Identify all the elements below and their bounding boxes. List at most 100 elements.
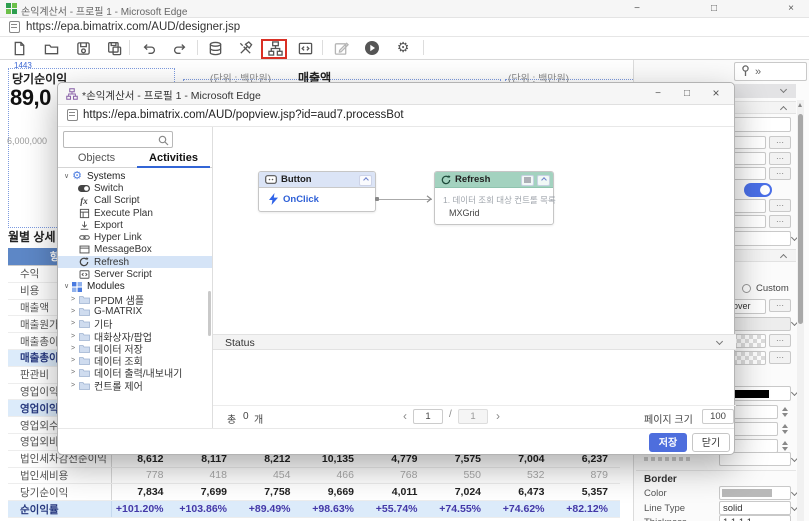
run-icon — [364, 40, 380, 56]
redo-button[interactable] — [167, 38, 193, 58]
line-type-select[interactable]: solid — [719, 501, 791, 515]
tab-activities[interactable]: Activities — [135, 149, 212, 167]
tree-item-messagebox[interactable]: MessageBox — [58, 244, 212, 256]
current-page-input[interactable] — [413, 409, 443, 424]
custom-radio[interactable] — [742, 284, 751, 293]
tree-item-refresh[interactable]: Refresh — [58, 256, 212, 268]
spinner-2-icon[interactable] — [780, 422, 791, 436]
prev-page-icon[interactable]: ‹ — [403, 409, 407, 424]
node-list-icon[interactable] — [521, 175, 534, 186]
caret-down-icon[interactable]: ∨ — [64, 283, 71, 290]
button-node[interactable]: Button OnClick — [258, 171, 376, 212]
border-color-select[interactable] — [719, 486, 791, 500]
code-button[interactable] — [292, 38, 318, 58]
caret-right-icon[interactable]: > — [71, 357, 78, 364]
caret-right-icon[interactable]: > — [71, 333, 78, 340]
address-url[interactable]: https://epa.bimatrix.com/AUD/designer.js… — [26, 21, 240, 33]
collapse-node-icon[interactable] — [359, 175, 372, 186]
popup-address-url[interactable]: https://epa.bimatrix.com/AUD/popview.jsp… — [83, 109, 404, 121]
prop-browse-3[interactable]: ··· — [769, 167, 791, 180]
edit-button[interactable] — [328, 38, 354, 58]
close-button[interactable]: 닫기 — [692, 433, 730, 452]
caret-down-icon[interactable]: ∨ — [64, 173, 71, 180]
folder-icon — [78, 380, 90, 391]
connector-arrow-icon — [425, 195, 433, 203]
sidebar-tabs: Objects Activities — [58, 149, 212, 168]
popup-close-icon[interactable]: × — [705, 85, 727, 102]
save-as-button[interactable] — [101, 38, 127, 58]
spinner-1-icon[interactable] — [780, 405, 791, 419]
table-row: 당기순이익7,8347,6997,7589,6694,0117,0246,473… — [8, 484, 620, 501]
tree-item-hyper-link[interactable]: Hyper Link — [58, 231, 212, 243]
tree-item-server-script[interactable]: Server Script — [58, 268, 212, 280]
save-button[interactable] — [70, 38, 96, 58]
tools-button[interactable] — [232, 38, 258, 58]
folder-icon — [78, 318, 90, 329]
new-file-button[interactable] — [6, 38, 32, 58]
tree-item-switch[interactable]: Switch — [58, 182, 212, 194]
tree-item-label: Hyper Link — [94, 232, 142, 243]
prop-browse-1[interactable]: ··· — [769, 136, 791, 149]
caret-right-icon[interactable]: > — [71, 320, 78, 327]
status-panel-header[interactable]: Status — [213, 334, 736, 350]
tree-item-execute-plan[interactable]: Execute Plan — [58, 207, 212, 219]
popup-minimize-icon[interactable]: − — [647, 85, 669, 102]
row-value: 7,758 — [239, 484, 303, 500]
close-icon[interactable]: × — [780, 0, 802, 17]
save-button[interactable]: 저장 — [649, 433, 687, 452]
spinner-3-icon[interactable] — [780, 439, 791, 453]
thickness-field[interactable]: 1 1 1 1 — [719, 515, 791, 521]
main-toolbar: ⚙ — [0, 37, 809, 60]
search-input[interactable] — [66, 133, 158, 146]
tree-item-컨트롤-제어[interactable]: > 컨트롤 제어 — [58, 379, 212, 391]
settings-gear-button[interactable]: ⚙ — [390, 38, 416, 58]
hover-browse[interactable]: ··· — [769, 299, 791, 312]
caret-right-icon[interactable]: > — [71, 308, 78, 315]
transparent-browse-1[interactable]: ··· — [769, 334, 791, 347]
caret-right-icon[interactable]: > — [71, 382, 78, 389]
onclick-event-label[interactable]: OnClick — [283, 194, 319, 205]
next-page-icon[interactable]: › — [496, 409, 500, 424]
toolbar-separator — [129, 40, 130, 55]
caret-right-icon[interactable]: > — [71, 296, 78, 303]
run-button[interactable] — [359, 38, 385, 58]
search-icon[interactable] — [158, 135, 169, 146]
maximize-icon[interactable]: □ — [703, 0, 725, 17]
prop-browse-2[interactable]: ··· — [769, 152, 791, 165]
page-size-input[interactable] — [702, 409, 734, 424]
tree-item-export[interactable]: Export — [58, 219, 212, 231]
refresh-node-header[interactable]: Refresh — [435, 172, 553, 188]
open-folder-button[interactable] — [38, 38, 64, 58]
prop-browse-5[interactable]: ··· — [769, 215, 791, 228]
caret-right-icon[interactable]: > — [71, 369, 78, 376]
toggle-switch[interactable] — [744, 183, 772, 197]
undo-button[interactable] — [135, 38, 161, 58]
button-node-title: Button — [281, 174, 312, 185]
tree-item-call-script[interactable]: fx Call Script — [58, 195, 212, 207]
tree-item-g-matrix[interactable]: > G-MATRIX — [58, 305, 212, 317]
tree-group-systems[interactable]: ∨ ⚙ Systems — [58, 170, 212, 182]
caret-right-icon[interactable]: > — [71, 345, 78, 352]
prop-browse-4[interactable]: ··· — [769, 199, 791, 212]
collapse-refresh-node-icon[interactable] — [537, 175, 550, 186]
collapse-panel-icon[interactable]: » — [755, 66, 761, 78]
tree-item-ppdm-샘플[interactable]: > PPDM 샘플 — [58, 293, 212, 305]
tab-objects[interactable]: Objects — [58, 149, 135, 167]
tree-scrollbar[interactable] — [208, 291, 211, 336]
browser-urlbar: https://epa.bimatrix.com/AUD/designer.js… — [0, 18, 809, 37]
transparent-browse-2[interactable]: ··· — [769, 351, 791, 364]
popup-titlebar: *손익계산서 - 프로필 1 - Microsoft Edge − □ × — [58, 83, 734, 105]
tree-search[interactable] — [63, 131, 173, 148]
pin-icon[interactable] — [741, 65, 750, 76]
minimize-icon[interactable]: − — [626, 0, 648, 17]
row-value: 768 — [366, 468, 430, 484]
refresh-node[interactable]: Refresh 1. 데이터 조회 대상 컨트롤 목록 MXGrid — [434, 171, 554, 225]
panel-scrollbar[interactable] — [797, 100, 804, 521]
panel-collapse-header[interactable]: » — [734, 62, 807, 81]
row-value: +98.63% — [303, 501, 367, 517]
status-chevron-icon[interactable] — [716, 338, 723, 345]
database-button[interactable] — [202, 38, 228, 58]
button-node-header[interactable]: Button — [259, 172, 375, 188]
popup-maximize-icon[interactable]: □ — [676, 85, 698, 102]
browser-titlebar: 손익계산서 - 프로필 1 - Microsoft Edge − □ × — [0, 0, 809, 18]
